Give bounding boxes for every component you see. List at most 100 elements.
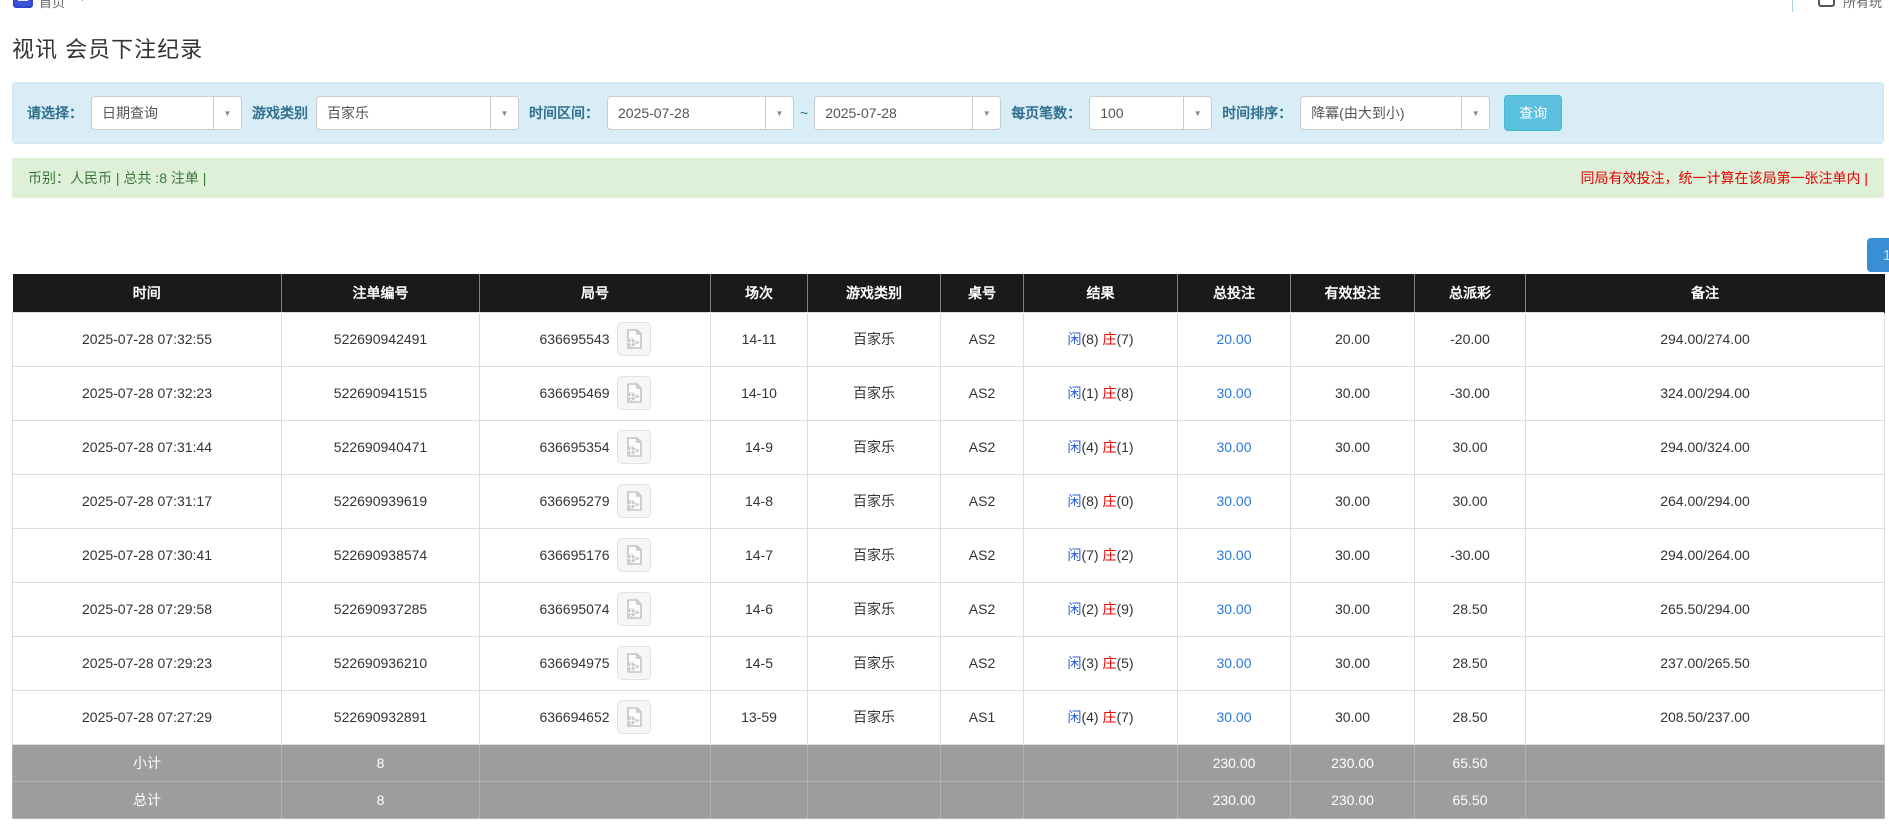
cell-bet-id: 522690937285 [282,582,480,636]
cell-result: 闲(1) 庄(8) [1024,366,1178,420]
range-tilde: ~ [800,105,808,121]
cell-bet-id: 522690939619 [282,474,480,528]
result-banker-score: (7) [1116,331,1133,347]
chevron-down-icon[interactable]: ▼ [972,97,1000,129]
video-replay-icon [623,652,645,674]
cell-payout: 65.50 [1415,781,1526,818]
video-replay-icon [623,328,645,350]
table-row: 2025-07-28 07:32:23522690941515636695469… [13,366,1885,420]
round-id-wrap: 636695469 [480,376,710,410]
cell-time: 2025-07-28 07:31:44 [13,420,282,474]
cell-valid-bet: 30.00 [1291,690,1415,744]
window-icon[interactable] [1818,0,1835,7]
header-table-no: 桌号 [941,274,1024,312]
table-row: 2025-07-28 07:31:44522690940471636695354… [13,420,1885,474]
total-bet-link[interactable]: 30.00 [1216,493,1251,509]
cell-time: 2025-07-28 07:32:23 [13,366,282,420]
query-button[interactable]: 查询 [1504,95,1562,131]
cell-table-no: AS2 [941,312,1024,366]
video-replay-button[interactable] [617,322,651,356]
result-player-label: 闲 [1067,547,1081,563]
total-row: 总计8230.00230.0065.50 [13,781,1885,818]
round-id-text: 636694652 [539,709,609,725]
total-bet-link[interactable]: 30.00 [1216,601,1251,617]
date-to-select[interactable]: 2025-07-28 ▼ [814,96,1001,130]
cell-bet-id: 522690942491 [282,312,480,366]
topbar-right-link[interactable]: 所有玩法 [1843,0,1889,12]
video-replay-button[interactable] [617,538,651,572]
total-bet-link[interactable]: 30.00 [1216,385,1251,401]
cell-game-category: 百家乐 [808,636,941,690]
round-id-text: 636695279 [539,493,609,509]
result-banker-score: (9) [1116,601,1133,617]
cell-game-category: 百家乐 [808,690,941,744]
total-bet-link[interactable]: 20.00 [1216,331,1251,347]
header-total-bet: 总投注 [1178,274,1291,312]
chevron-down-icon[interactable]: ▼ [490,97,518,129]
header-remark: 备注 [1526,274,1885,312]
round-id-text: 636695543 [539,331,609,347]
pagination-page-button[interactable]: 1 [1867,238,1889,272]
cell-total-bet: 30.00 [1178,690,1291,744]
cell-round-id [480,781,711,818]
cell-time: 2025-07-28 07:27:29 [13,690,282,744]
total-bet-link[interactable]: 30.00 [1216,439,1251,455]
game-category-select[interactable]: 百家乐 ▼ [316,96,519,130]
video-replay-button[interactable] [617,592,651,626]
cell-time: 2025-07-28 07:29:58 [13,582,282,636]
cell-payout: -30.00 [1415,366,1526,420]
cell-valid-bet: 30.00 [1291,636,1415,690]
header-time: 时间 [13,274,282,312]
cell-result: 闲(8) 庄(7) [1024,312,1178,366]
video-replay-button[interactable] [617,376,651,410]
result-player-label: 闲 [1067,601,1081,617]
cell-payout: 28.50 [1415,636,1526,690]
cell-table-no: AS2 [941,582,1024,636]
cell-time: 2025-07-28 07:31:17 [13,474,282,528]
cell-remark: 265.50/294.00 [1526,582,1885,636]
total-bet-link[interactable]: 30.00 [1216,655,1251,671]
chevron-down-icon[interactable]: ▼ [1183,97,1211,129]
cell-session: 14-11 [711,312,808,366]
cell-game-category: 百家乐 [808,312,941,366]
video-replay-button[interactable] [617,700,651,734]
result-player-score: (7) [1081,547,1102,563]
result-banker-label: 庄 [1102,439,1116,455]
result-player-score: (2) [1081,601,1102,617]
cell-result: 闲(2) 庄(9) [1024,582,1178,636]
video-replay-icon [623,598,645,620]
cell-payout: 28.50 [1415,582,1526,636]
chevron-down-icon[interactable]: ▼ [78,0,87,3]
chevron-down-icon[interactable]: ▼ [765,97,793,129]
cell-round-id: 636695543 [480,312,711,366]
per-page-select[interactable]: 100 ▼ [1089,96,1212,130]
total-bet-link[interactable]: 30.00 [1216,709,1251,725]
header-payout: 总派彩 [1415,274,1526,312]
total-bet-link[interactable]: 30.00 [1216,547,1251,563]
video-replay-button[interactable] [617,646,651,680]
round-id-wrap: 636695074 [480,592,710,626]
home-icon[interactable] [13,0,33,8]
result-player-score: (8) [1081,331,1102,347]
query-type-select[interactable]: 日期查询 ▼ [91,96,242,130]
header-session: 场次 [711,274,808,312]
cell-session [711,744,808,781]
result-player-score: (8) [1081,493,1102,509]
cell-remark [1526,744,1885,781]
time-sort-select[interactable]: 降冪(由大到小) ▼ [1300,96,1490,130]
cell-remark: 294.00/324.00 [1526,420,1885,474]
video-replay-button[interactable] [617,430,651,464]
video-replay-button[interactable] [617,484,651,518]
cell-total-bet: 230.00 [1178,744,1291,781]
date-from-select[interactable]: 2025-07-28 ▼ [607,96,794,130]
topbar-home-link[interactable]: 首页 [39,0,65,11]
chevron-down-icon[interactable]: ▼ [1461,97,1489,129]
cell-remark: 264.00/294.00 [1526,474,1885,528]
betting-table-body: 2025-07-28 07:32:55522690942491636695543… [13,312,1885,818]
video-replay-icon [623,544,645,566]
cell-round-id: 636695074 [480,582,711,636]
cell-valid-bet: 30.00 [1291,366,1415,420]
chevron-down-icon[interactable]: ▼ [213,97,241,129]
page-title: 视讯 会员下注纪录 [12,32,203,64]
cell-session [711,781,808,818]
